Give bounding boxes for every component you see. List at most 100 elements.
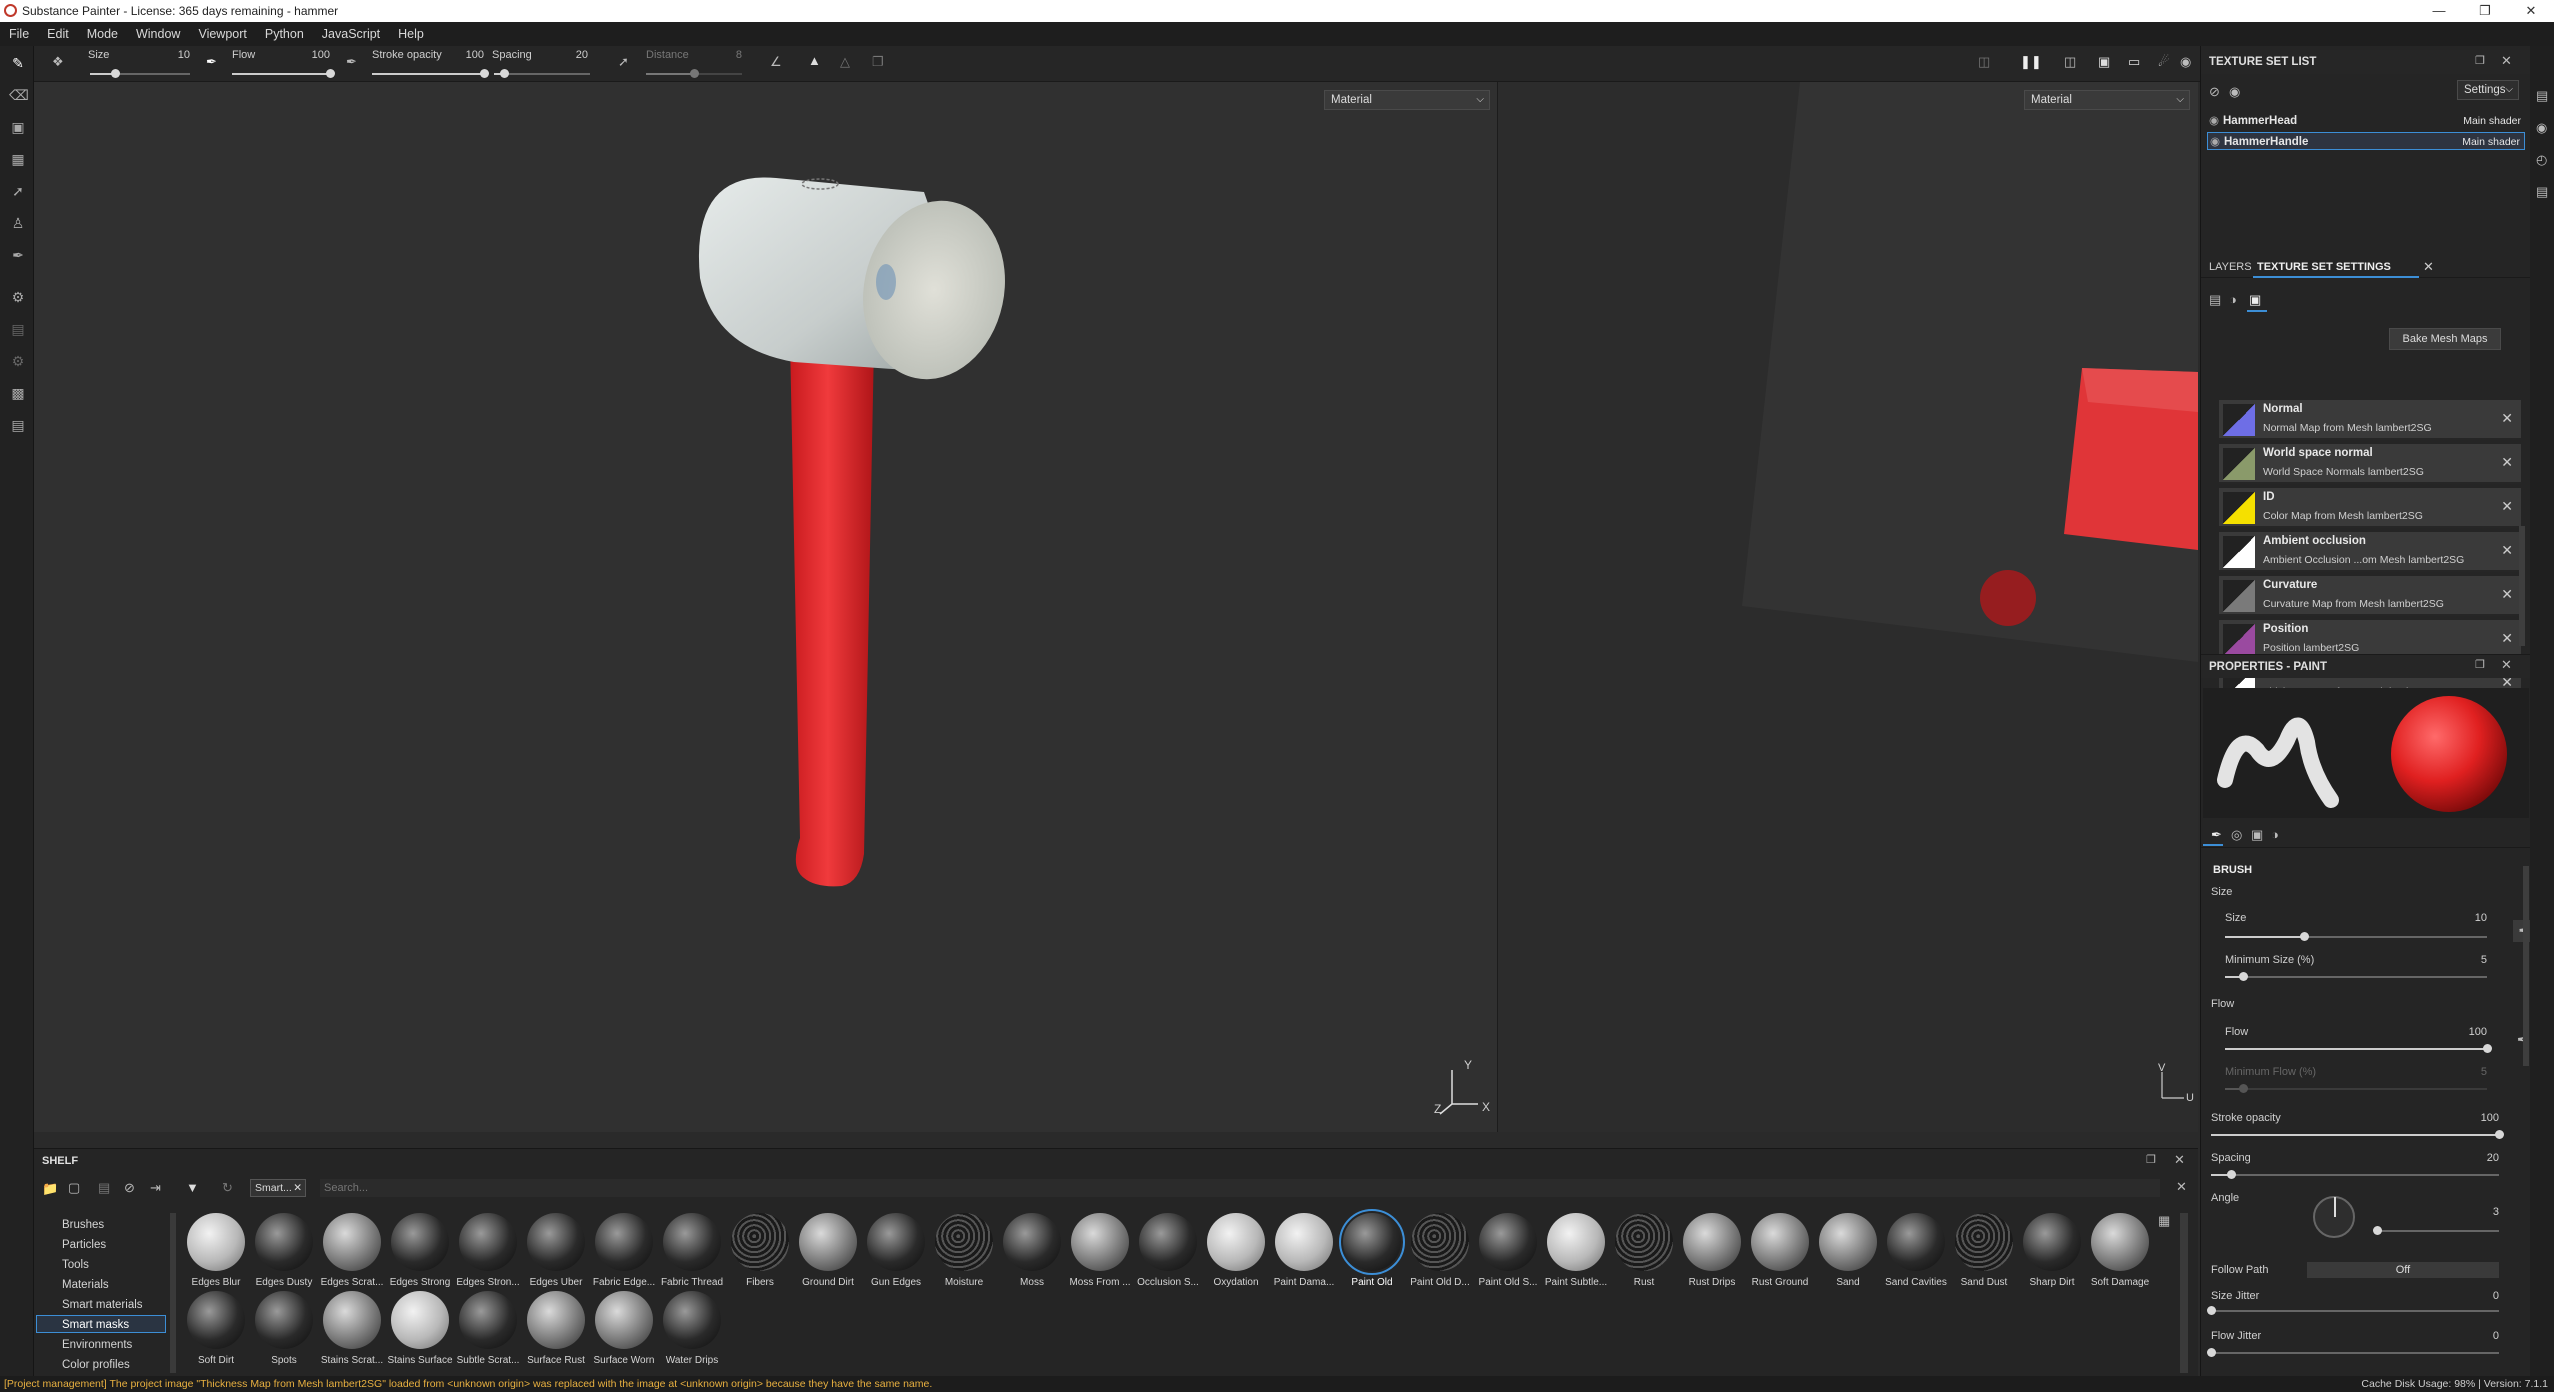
smart-mask-thumbnail[interactable] — [1339, 1209, 1405, 1275]
alpha-tab-icon[interactable]: ◎ — [2231, 827, 2242, 843]
smart-mask-thumbnail[interactable] — [391, 1213, 449, 1271]
smart-mask-thumbnail[interactable] — [187, 1291, 245, 1349]
mesh-map-row[interactable]: Ambient occlusion Ambient Occlusion ...om… — [2219, 532, 2521, 572]
pause-render-icon[interactable]: ❚❚ — [2020, 54, 2042, 70]
category-tools[interactable]: Tools — [62, 1259, 89, 1271]
tab-texture-set-settings[interactable]: TEXTURE SET SETTINGS — [2257, 261, 2391, 273]
category-smart-materials[interactable]: Smart materials — [62, 1299, 143, 1311]
smart-mask-thumbnail[interactable] — [459, 1291, 517, 1349]
remove-filter-icon[interactable]: ✕ — [293, 1180, 302, 1196]
smart-mask-thumbnail[interactable] — [1479, 1213, 1537, 1271]
prop-flow-jitter-slider[interactable] — [2207, 1348, 2499, 1357]
close-shelf-icon[interactable]: ✕ — [2174, 1152, 2185, 1168]
hide-icon[interactable]: ⊘ — [124, 1180, 135, 1196]
prop-size-slider[interactable] — [2225, 932, 2487, 941]
3d-view-icon[interactable]: ▣ — [2098, 54, 2110, 70]
prop-angle-slider[interactable] — [2373, 1226, 2499, 1235]
smart-mask-thumbnail[interactable] — [323, 1291, 381, 1349]
filter-icon[interactable]: ▼ — [186, 1180, 199, 1195]
mesh-map-row[interactable]: ID Color Map from Mesh lambert2SG ✕ — [2219, 488, 2521, 528]
texture-set-row[interactable]: ◉ HammerHead Main shader — [2207, 112, 2525, 130]
viewport-overlay-icon[interactable]: ◫ — [1978, 54, 1990, 70]
smart-mask-thumbnail[interactable] — [323, 1213, 381, 1271]
2d-view-icon[interactable]: ▭ — [2128, 54, 2140, 70]
symmetry-settings-icon[interactable]: △ — [840, 54, 850, 70]
refresh-icon[interactable]: ↻ — [222, 1180, 233, 1196]
smart-mask-thumbnail[interactable] — [595, 1213, 653, 1271]
smart-mask-thumbnail[interactable] — [663, 1213, 721, 1271]
eye-icon[interactable]: ◉ — [2209, 112, 2219, 130]
material-picker-icon[interactable]: ▤ — [9, 320, 27, 338]
menu-viewport[interactable]: Viewport — [189, 27, 255, 41]
menu-mode[interactable]: Mode — [78, 27, 127, 41]
mesh-map-row[interactable]: Normal Normal Map from Mesh lambert2SG ✕ — [2219, 400, 2521, 440]
mesh-map-row[interactable]: World space normal World Space Normals la… — [2219, 444, 2521, 484]
texture-set-list-icon[interactable]: ▤ — [2536, 88, 2548, 104]
smart-mask-thumbnail[interactable] — [2091, 1213, 2149, 1271]
remove-map-icon[interactable]: ✕ — [2501, 630, 2513, 647]
texture-set-icon[interactable]: ▤ — [2209, 292, 2221, 308]
texture-set-row[interactable]: ◉ HammerHandle Main shader — [2207, 132, 2525, 150]
bake-tool-icon[interactable]: ⚙ — [9, 288, 27, 306]
shelf-search-input[interactable] — [320, 1179, 2160, 1197]
follow-path-toggle[interactable]: Off — [2307, 1262, 2499, 1278]
eye-icon[interactable]: ◉ — [2210, 133, 2220, 151]
prop-size-jitter-value[interactable]: 0 — [2475, 1290, 2499, 1302]
smart-mask-thumbnail[interactable] — [1071, 1213, 1129, 1271]
remove-map-icon[interactable]: ✕ — [2501, 586, 2513, 603]
smart-mask-thumbnail[interactable] — [1139, 1213, 1197, 1271]
smart-mask-thumbnail[interactable] — [935, 1213, 993, 1271]
smart-mask-thumbnail[interactable] — [1683, 1213, 1741, 1271]
clear-search-icon[interactable]: ✕ — [2176, 1179, 2187, 1195]
smart-mask-thumbnail[interactable] — [1887, 1213, 1945, 1271]
mesh-map-row[interactable]: Curvature Curvature Map from Mesh lambert… — [2219, 576, 2521, 616]
material-tab-icon[interactable]: ◑ — [2271, 827, 2279, 842]
projection-tool-icon[interactable]: ▣ — [9, 118, 27, 136]
brush-tab-icon[interactable]: ✒ — [2211, 827, 2222, 843]
toolbar-distance-slider[interactable] — [646, 69, 742, 78]
smart-mask-thumbnail[interactable] — [255, 1291, 313, 1349]
smart-mask-thumbnail[interactable] — [2023, 1213, 2081, 1271]
prop-spacing-value[interactable]: 20 — [2475, 1152, 2499, 1164]
hide-icon[interactable]: ⊘ — [2209, 84, 2220, 100]
toolbar-flow-slider[interactable] — [232, 69, 335, 78]
close-tab-icon[interactable]: ✕ — [2423, 259, 2434, 275]
smart-mask-thumbnail[interactable] — [187, 1213, 245, 1271]
remove-map-icon[interactable]: ✕ — [2501, 454, 2513, 471]
texture-set-shader[interactable]: Main shader — [2463, 112, 2521, 130]
lazy-mouse-icon[interactable]: ➚ — [618, 54, 629, 70]
symmetry-icon[interactable]: ▲ — [808, 53, 821, 68]
save-icon[interactable]: ▤ — [98, 1180, 110, 1196]
bake-mesh-maps-button[interactable]: Bake Mesh Maps — [2389, 328, 2501, 350]
smart-mask-thumbnail[interactable] — [1819, 1213, 1877, 1271]
clone-tool-icon[interactable]: ♙ — [9, 214, 27, 232]
polygon-fill-tool-icon[interactable]: ▦ — [9, 150, 27, 168]
import-icon[interactable]: ⇥ — [150, 1180, 161, 1196]
close-panel-icon[interactable]: ✕ — [2501, 657, 2512, 673]
smart-mask-thumbnail[interactable] — [595, 1291, 653, 1349]
viewport-2d-channel-dropdown[interactable]: Material ⌵ — [2024, 90, 2190, 110]
prop-angle-value[interactable]: 3 — [2475, 1206, 2499, 1218]
shelf-scrollbar[interactable] — [2180, 1213, 2188, 1373]
log-icon[interactable]: ▤ — [2536, 184, 2548, 200]
toolbar-size-value[interactable]: 10 — [170, 49, 190, 61]
angle-dial[interactable] — [2313, 1196, 2355, 1238]
smart-mask-thumbnail[interactable] — [1547, 1213, 1605, 1271]
screenshot-icon[interactable]: ◉ — [2180, 54, 2191, 70]
menu-file[interactable]: File — [0, 27, 38, 41]
viewport-2d[interactable]: Material ⌵ V U — [1498, 82, 2198, 1132]
color-picker-tool-icon[interactable]: ✒ — [9, 246, 27, 264]
menu-help[interactable]: Help — [389, 27, 433, 41]
remove-map-icon[interactable]: ✕ — [2501, 498, 2513, 515]
toolbar-stroke-opacity-value[interactable]: 100 — [462, 49, 484, 61]
menu-edit[interactable]: Edit — [38, 27, 78, 41]
smart-mask-thumbnail[interactable] — [1411, 1213, 1469, 1271]
smart-mask-thumbnail[interactable] — [1207, 1213, 1265, 1271]
eye-icon[interactable]: ◉ — [2229, 84, 2240, 100]
folder-icon[interactable]: 📁 — [42, 1181, 58, 1197]
toolbar-size-slider[interactable] — [90, 69, 190, 78]
undock-icon[interactable]: ❐ — [2475, 54, 2485, 67]
category-environments[interactable]: Environments — [62, 1339, 132, 1351]
texture-set-settings-dropdown[interactable]: Settings ⌵ — [2457, 80, 2519, 100]
smart-mask-thumbnail[interactable] — [867, 1213, 925, 1271]
